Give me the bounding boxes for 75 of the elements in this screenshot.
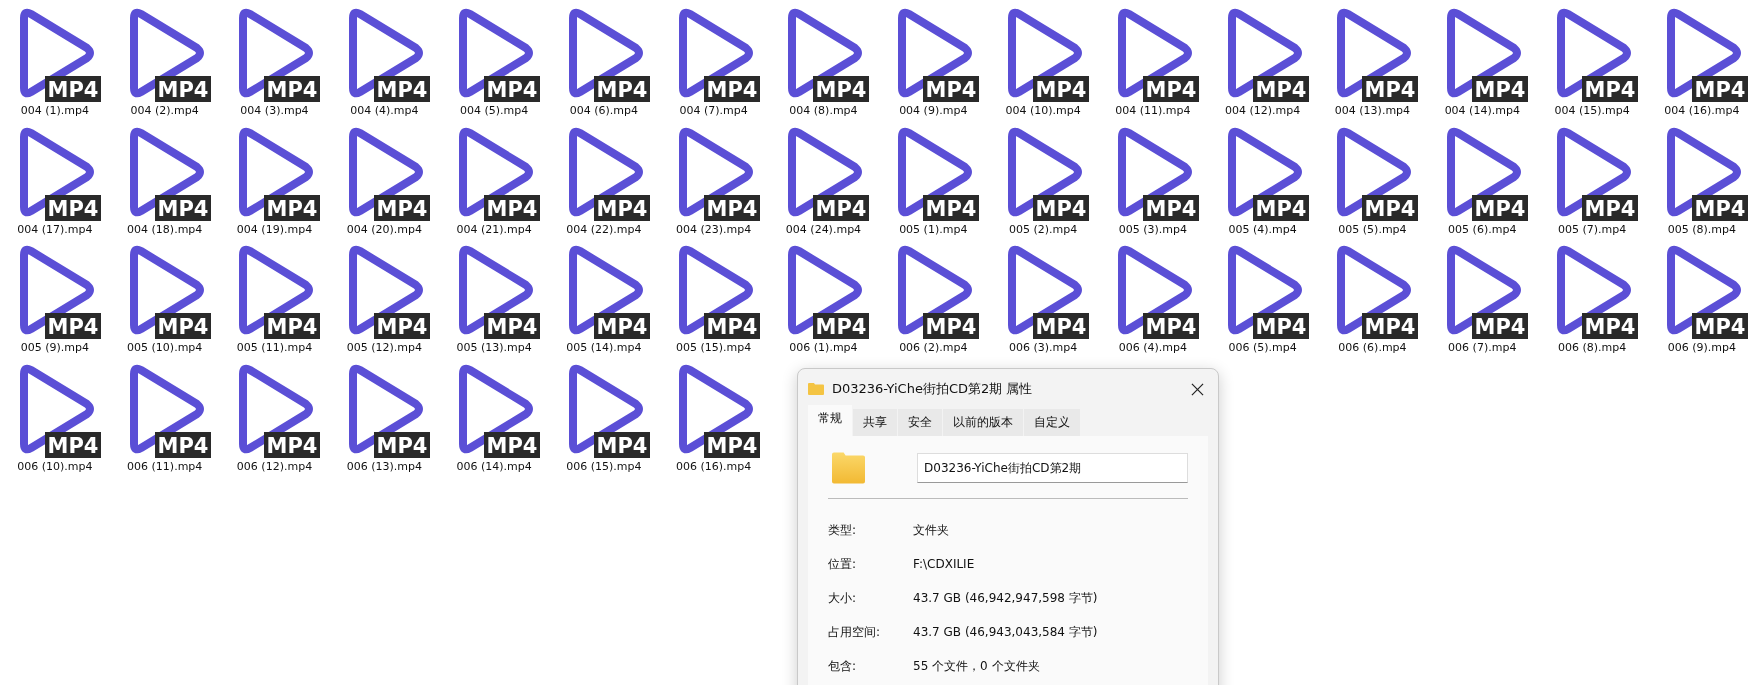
file-name[interactable]: 005 (1).mp4	[899, 222, 968, 236]
file-name[interactable]: 004 (24).mp4	[785, 222, 862, 236]
property-value: F:\CDXILIE	[913, 557, 975, 571]
file-name[interactable]: 006 (7).mp4	[1448, 341, 1517, 355]
file-name[interactable]: 004 (13).mp4	[1334, 104, 1411, 117]
file-name[interactable]: 005 (5).mp4	[1338, 222, 1407, 236]
file-name[interactable]: 005 (3).mp4	[1118, 222, 1187, 236]
file-name[interactable]: 006 (2).mp4	[899, 341, 968, 355]
property-label: 位置:	[828, 555, 858, 573]
file-name[interactable]: 005 (9).mp4	[20, 341, 90, 355]
file-name[interactable]: 004 (22).mp4	[566, 222, 642, 236]
file-name[interactable]: 004 (16).mp4	[1664, 104, 1740, 117]
file-name[interactable]: 004 (9).mp4	[899, 104, 968, 117]
file-name[interactable]: 004 (8).mp4	[789, 104, 858, 117]
file-name[interactable]: 005 (7).mp4	[1557, 222, 1627, 236]
file-name[interactable]: 004 (23).mp4	[676, 222, 752, 236]
file-name[interactable]: 006 (5).mp4	[1228, 341, 1297, 355]
file-name[interactable]: 006 (3).mp4	[1008, 341, 1078, 355]
file-name[interactable]: 004 (19).mp4	[236, 222, 313, 236]
file-name[interactable]: 004 (15).mp4	[1554, 104, 1630, 117]
name-field[interactable]: D03236-YiChe街拍CD第2期	[917, 453, 1188, 483]
file-name[interactable]: 004 (7).mp4	[679, 104, 748, 117]
file-name[interactable]: 004 (5).mp4	[459, 104, 529, 117]
file-name[interactable]: 005 (12).mp4	[346, 341, 422, 355]
property-label: 类型:	[828, 521, 858, 539]
file-name[interactable]: 004 (20).mp4	[346, 222, 422, 236]
file-name[interactable]: 006 (14).mp4	[456, 459, 532, 473]
tab[interactable]: 安全	[898, 409, 942, 436]
file-name[interactable]: 005 (4).mp4	[1228, 222, 1297, 236]
file-name[interactable]: 006 (13).mp4	[346, 459, 422, 473]
file-name[interactable]: 005 (13).mp4	[456, 341, 532, 355]
file-name[interactable]: 005 (2).mp4	[1008, 222, 1078, 236]
file-name[interactable]: 004 (6).mp4	[569, 104, 638, 117]
file-name[interactable]: 006 (6).mp4	[1338, 341, 1407, 355]
close-icon[interactable]	[1191, 382, 1204, 396]
file-name[interactable]: 005 (14).mp4	[566, 341, 642, 355]
file-name[interactable]: 004 (14).mp4	[1444, 104, 1520, 117]
window-title: D03236-YiChe街拍CD第2期 属性	[832, 380, 1034, 398]
file-name[interactable]: 005 (11).mp4	[236, 341, 313, 355]
file-name[interactable]: 005 (15).mp4	[676, 341, 752, 355]
property-value: 55 个文件，0 个文件夹	[913, 657, 1040, 675]
file-name[interactable]: 004 (1).mp4	[20, 104, 90, 117]
tab[interactable]: 共享	[853, 409, 897, 436]
file-name[interactable]: 006 (11).mp4	[127, 459, 203, 473]
property-value: 43.7 GB (46,942,947,598 字节)	[913, 589, 1098, 607]
tab[interactable]: 常规	[808, 405, 852, 436]
property-label: 包含:	[828, 657, 858, 675]
property-label: 大小:	[828, 589, 858, 607]
file-name[interactable]: 006 (10).mp4	[17, 459, 93, 473]
file-name[interactable]: 004 (10).mp4	[1005, 104, 1081, 117]
file-name[interactable]: 004 (18).mp4	[127, 222, 203, 236]
tab[interactable]: 自定义	[1024, 409, 1080, 436]
folder-icon	[832, 452, 865, 484]
tab[interactable]: 以前的版本	[943, 409, 1023, 436]
file-name[interactable]: 004 (21).mp4	[456, 222, 532, 236]
file-name[interactable]: 006 (15).mp4	[566, 459, 642, 473]
property-value: 文件夹	[913, 521, 949, 539]
file-name[interactable]: 006 (9).mp4	[1667, 341, 1736, 355]
file-name[interactable]: 004 (12).mp4	[1225, 104, 1301, 117]
file-name[interactable]: 006 (16).mp4	[676, 459, 752, 473]
file-name[interactable]: 006 (1).mp4	[789, 341, 858, 355]
folder-icon	[808, 383, 824, 395]
file-name[interactable]: 004 (17).mp4	[17, 222, 93, 236]
file-name[interactable]: 005 (6).mp4	[1448, 222, 1517, 236]
file-name[interactable]: 004 (11).mp4	[1115, 104, 1191, 117]
file-name[interactable]: 006 (4).mp4	[1118, 341, 1187, 355]
file-name[interactable]: 004 (2).mp4	[130, 104, 199, 117]
file-name[interactable]: 005 (8).mp4	[1667, 222, 1736, 236]
file-name[interactable]: 004 (3).mp4	[240, 104, 309, 117]
property-label: 占用空间:	[828, 623, 882, 641]
file-name[interactable]: 005 (10).mp4	[127, 341, 203, 355]
file-name[interactable]: 006 (12).mp4	[236, 459, 313, 473]
property-value: 43.7 GB (46,943,043,584 字节)	[913, 623, 1098, 641]
file-name[interactable]: 006 (8).mp4	[1557, 341, 1627, 355]
file-name[interactable]: 004 (4).mp4	[350, 104, 419, 117]
